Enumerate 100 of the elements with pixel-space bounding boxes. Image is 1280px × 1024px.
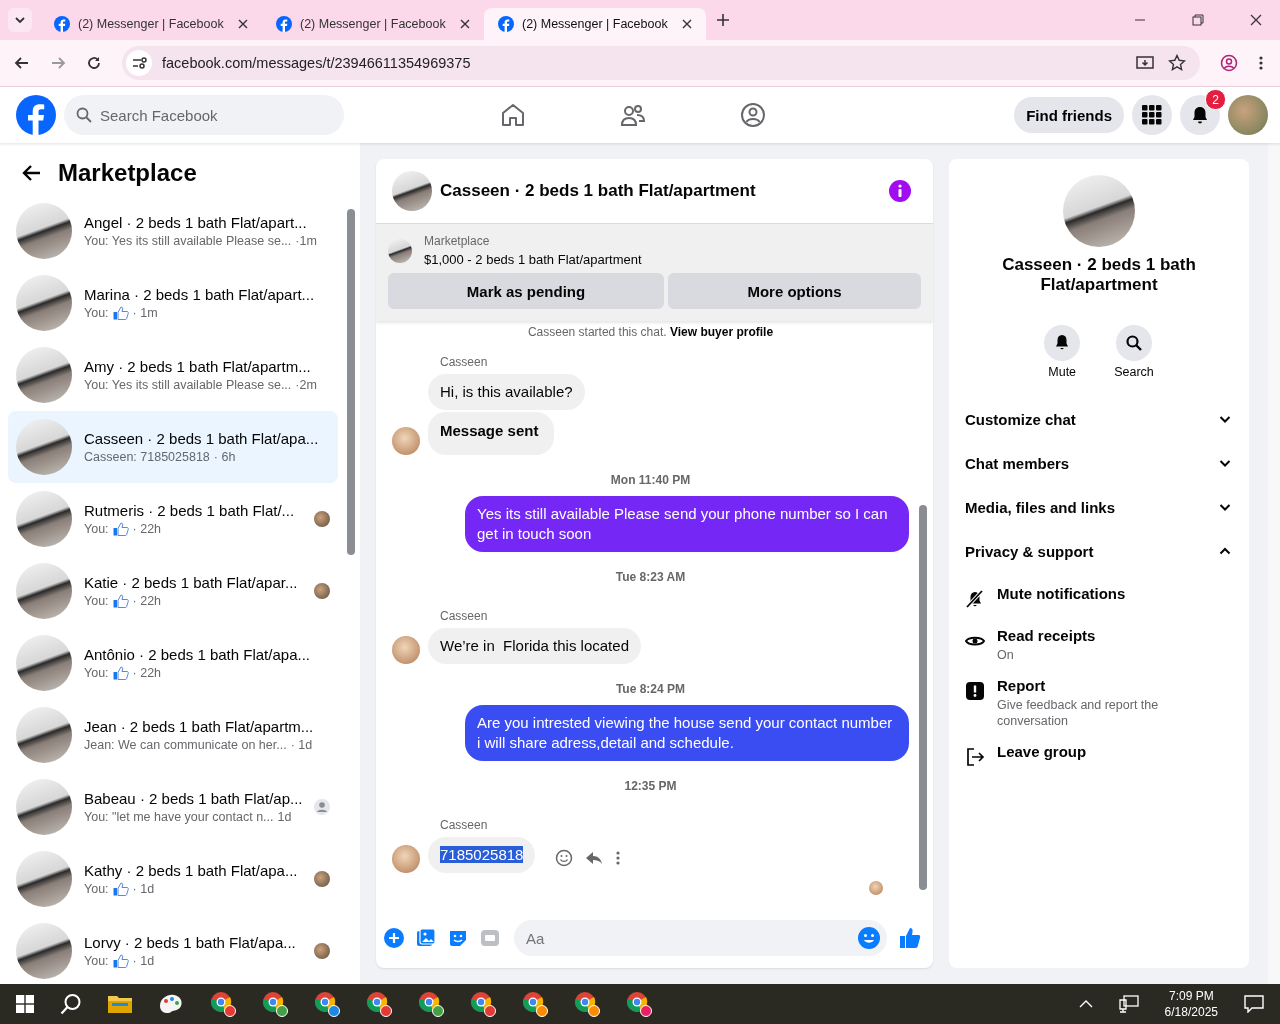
- search-field[interactable]: Search Facebook: [64, 95, 344, 135]
- address-bar[interactable]: facebook.com/messages/t/23946611354969375: [122, 46, 1200, 80]
- menu-item[interactable]: Leave group: [997, 743, 1087, 760]
- search-icon: [76, 107, 92, 123]
- facebook-logo-icon: [498, 16, 514, 32]
- notification-center-icon[interactable]: [1244, 995, 1264, 1013]
- profile-icon[interactable]: [1220, 54, 1238, 72]
- section-header[interactable]: Privacy & support: [965, 529, 1233, 573]
- conversation-title: Babeau · 2 beds 1 bath Flat/ap...: [84, 790, 302, 807]
- close-icon[interactable]: [1250, 14, 1262, 26]
- conversation-item[interactable]: Angel · 2 beds 1 bath Flat/apart... You: Yes its still available Please se... ·1m: [8, 195, 338, 267]
- groups-icon[interactable]: [740, 102, 766, 128]
- paint-icon[interactable]: [158, 992, 184, 1016]
- network-icon[interactable]: [1118, 995, 1139, 1013]
- back-arrow-icon[interactable]: [14, 55, 30, 71]
- emoji-icon[interactable]: [858, 927, 880, 949]
- install-app-icon[interactable]: [1136, 54, 1154, 72]
- tab-search-button[interactable]: [8, 8, 32, 32]
- more-icon[interactable]: [1258, 55, 1264, 71]
- info-icon[interactable]: [889, 180, 911, 202]
- scrollbar[interactable]: [1268, 143, 1280, 984]
- conversation-item[interactable]: Jean · 2 beds 1 bath Flat/apartm... Jean: We can communicate on her... · 1d: [8, 699, 338, 771]
- message-time: · 22h: [132, 666, 162, 680]
- menu-item[interactable]: Mute notifications: [997, 585, 1126, 602]
- menu-item[interactable]: Read receipts: [997, 627, 1096, 644]
- browser-profile-icon[interactable]: [574, 991, 600, 1017]
- menu-item[interactable]: Report: [997, 677, 1187, 694]
- forward-arrow-icon[interactable]: [50, 55, 66, 71]
- bell-icon[interactable]: [1044, 325, 1081, 361]
- home-icon[interactable]: [500, 102, 526, 128]
- back-arrow-icon[interactable]: [22, 163, 42, 183]
- browser-profile-icon[interactable]: [262, 991, 288, 1017]
- sticker-icon[interactable]: [448, 928, 468, 948]
- more-icon[interactable]: [615, 850, 622, 866]
- image-icon[interactable]: [416, 928, 436, 948]
- avatar-placeholder[interactable]: [1228, 95, 1268, 135]
- conversation-item[interactable]: Rutmeris · 2 beds 1 bath Flat/... You: · 22h: [8, 483, 338, 555]
- facebook-logo-icon[interactable]: [16, 95, 56, 135]
- conversation-item[interactable]: Casseen · 2 beds 1 bath Flat/apa... Casseen: 7185025818 · 6h: [8, 411, 338, 483]
- tab-title: (2) Messenger | Facebook: [78, 17, 225, 31]
- view-profile-link[interactable]: View buyer profile: [669, 325, 774, 339]
- chevron-up-icon[interactable]: [1078, 999, 1093, 1009]
- conversation-title: Rutmeris · 2 beds 1 bath Flat/...: [84, 502, 296, 519]
- notifications-button[interactable]: [1180, 95, 1220, 135]
- new-tab-icon[interactable]: [716, 13, 730, 27]
- menu-button[interactable]: [1132, 95, 1172, 135]
- conversation-title: Kathy · 2 beds 1 bath Flat/apa...: [84, 862, 299, 879]
- reply-icon[interactable]: [585, 849, 604, 867]
- thumbs-up-icon[interactable]: [899, 927, 921, 949]
- browser-profile-icon[interactable]: [366, 991, 392, 1017]
- chat-title: Casseen · 2 beds 1 bath Flat/apartment: [440, 181, 756, 201]
- conversation-item[interactable]: Antônio · 2 beds 1 bath Flat/apa... You: · 22h: [8, 627, 338, 699]
- search-icon[interactable]: [60, 993, 82, 1015]
- folder-icon[interactable]: [108, 994, 132, 1014]
- star-icon[interactable]: [1168, 54, 1186, 72]
- listing-action-button[interactable]: Mark as pending: [388, 273, 664, 309]
- browser-profile-icon[interactable]: [626, 991, 652, 1017]
- message-time: · 1d: [290, 738, 313, 752]
- message-preview: You:: [84, 666, 109, 680]
- listing-action-button[interactable]: More options: [668, 273, 921, 309]
- close-icon[interactable]: [682, 19, 692, 29]
- conversation-item[interactable]: Babeau · 2 beds 1 bath Flat/ap... You: "let me have your contact n... 1d: [8, 771, 338, 843]
- message-time: 1d: [277, 810, 292, 824]
- message-preview: You:: [84, 882, 109, 896]
- conversation-title: Antônio · 2 beds 1 bath Flat/apa...: [84, 646, 311, 663]
- browser-tab[interactable]: (2) Messenger | Facebook: [40, 8, 262, 40]
- message-preview: You:: [84, 954, 109, 968]
- section-header[interactable]: Customize chat: [965, 397, 1233, 441]
- conversation-item[interactable]: Katie · 2 beds 1 bath Flat/apar... You: · 22h: [8, 555, 338, 627]
- plus-icon[interactable]: [384, 928, 404, 948]
- message-input[interactable]: Aa: [514, 920, 887, 956]
- conversation-item[interactable]: Marina · 2 beds 1 bath Flat/apart... You: · 1m: [8, 267, 338, 339]
- photo-placeholder: [16, 635, 72, 691]
- emoji-icon[interactable]: [555, 849, 574, 867]
- browser-profile-icon[interactable]: [418, 991, 444, 1017]
- restore-icon[interactable]: [1192, 14, 1204, 26]
- friends-icon[interactable]: [620, 102, 646, 128]
- section-header[interactable]: Chat members: [965, 441, 1233, 485]
- browser-tab[interactable]: (2) Messenger | Facebook: [262, 8, 484, 40]
- reload-icon[interactable]: [86, 55, 102, 71]
- search-icon[interactable]: [1116, 325, 1152, 361]
- browser-tab[interactable]: (2) Messenger | Facebook: [484, 8, 706, 40]
- browser-profile-icon[interactable]: [470, 991, 496, 1017]
- system-message: Casseen started this chat.: [527, 325, 667, 339]
- browser-profile-icon[interactable]: [314, 991, 340, 1017]
- section-header[interactable]: Media, files and links: [965, 485, 1233, 529]
- conversation-item[interactable]: Lorvy · 2 beds 1 bath Flat/apa... You: · 1d: [8, 915, 338, 987]
- message-time: · 22h: [132, 594, 162, 608]
- site-settings-icon[interactable]: [126, 50, 152, 76]
- browser-profile-icon[interactable]: [522, 991, 548, 1017]
- windows-start-icon[interactable]: [16, 995, 34, 1013]
- close-icon[interactable]: [460, 19, 470, 29]
- close-icon[interactable]: [238, 19, 248, 29]
- photo-placeholder: [392, 171, 432, 211]
- conversation-item[interactable]: Amy · 2 beds 1 bath Flat/apartm... You: Yes its still available Please se... ·2m: [8, 339, 338, 411]
- message-time: · 1d: [132, 882, 155, 896]
- browser-profile-icon[interactable]: [210, 991, 236, 1017]
- find-friends-button[interactable]: Find friends: [1014, 97, 1124, 133]
- conversation-title: Lorvy · 2 beds 1 bath Flat/apa...: [84, 934, 297, 951]
- conversation-item[interactable]: Kathy · 2 beds 1 bath Flat/apa... You: · 1d: [8, 843, 338, 915]
